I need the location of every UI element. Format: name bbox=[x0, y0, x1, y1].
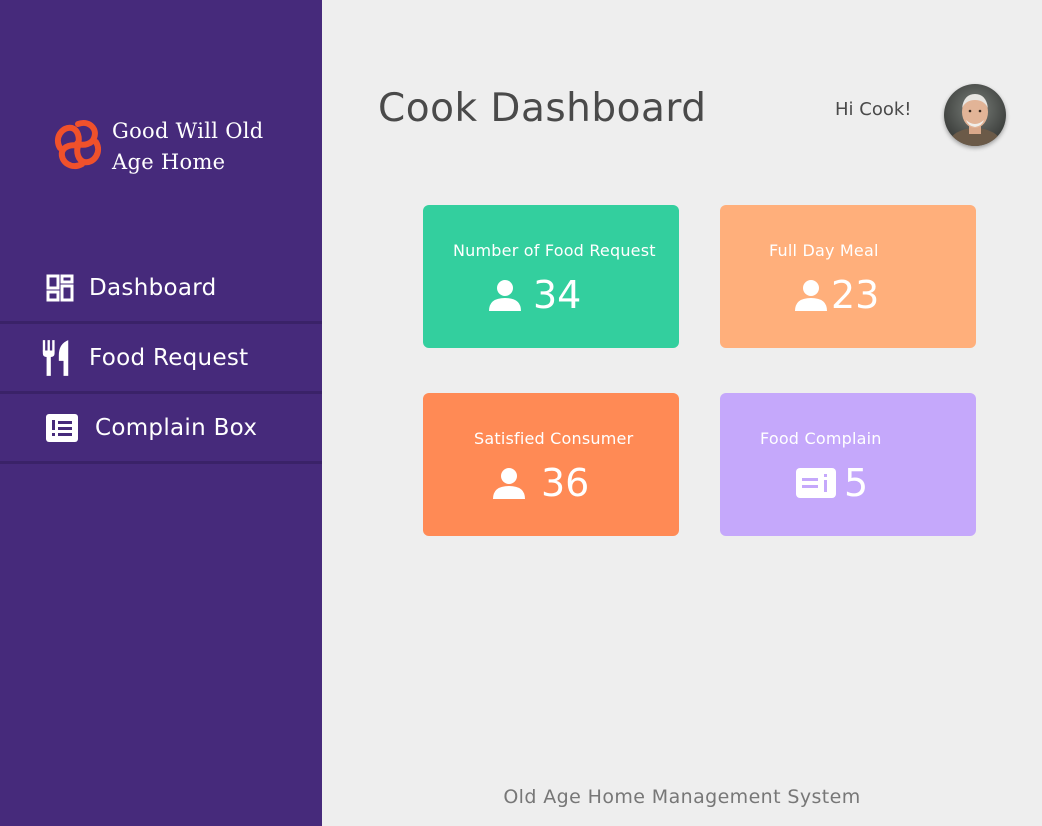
card-food-requests[interactable]: Number of Food Request 34 bbox=[423, 205, 679, 348]
sidebar-item-complain-box[interactable]: Complain Box bbox=[0, 394, 322, 464]
sidebar-item-label: Complain Box bbox=[95, 414, 258, 441]
sidebar: Good Will Old Age Home Dashboard Food Re… bbox=[0, 0, 322, 826]
card-value-row: 34 bbox=[489, 271, 581, 319]
id-card-icon bbox=[796, 468, 836, 498]
dashboard-grid-icon bbox=[44, 271, 76, 305]
card-value: 5 bbox=[844, 461, 869, 505]
brand-name: Good Will Old Age Home bbox=[112, 119, 264, 174]
footer-text: Old Age Home Management System bbox=[503, 786, 861, 808]
page: Good Will Old Age Home Dashboard Food Re… bbox=[0, 0, 1042, 826]
card-label: Food Complain bbox=[760, 429, 882, 448]
sidebar-nav: Dashboard Food Request Complain Box bbox=[0, 254, 322, 464]
person-icon bbox=[795, 280, 827, 311]
flower-knot-logo-icon bbox=[54, 120, 102, 170]
greeting-text: Hi Cook! bbox=[835, 99, 912, 120]
avatar-portrait-icon bbox=[944, 84, 1006, 146]
card-value: 34 bbox=[533, 273, 582, 317]
card-satisfied-consumer[interactable]: Satisfied Consumer 36 bbox=[423, 393, 679, 536]
list-box-icon bbox=[46, 411, 78, 445]
card-label: Full Day Meal bbox=[769, 241, 879, 260]
user-avatar[interactable] bbox=[944, 84, 1006, 146]
card-value: 36 bbox=[541, 461, 590, 505]
page-title: Cook Dashboard bbox=[378, 86, 707, 131]
person-icon bbox=[489, 280, 521, 311]
card-label: Satisfied Consumer bbox=[474, 429, 634, 448]
sidebar-item-dashboard[interactable]: Dashboard bbox=[0, 254, 322, 324]
card-value-row: 5 bbox=[796, 459, 868, 507]
card-label: Number of Food Request bbox=[453, 241, 656, 260]
card-full-day-meal[interactable]: Full Day Meal 23 bbox=[720, 205, 976, 348]
card-value-row: 23 bbox=[795, 271, 879, 319]
brand[interactable]: Good Will Old Age Home bbox=[52, 116, 282, 178]
card-value: 23 bbox=[831, 273, 880, 317]
fork-knife-icon bbox=[40, 339, 72, 376]
person-icon bbox=[493, 468, 525, 499]
sidebar-item-food-request[interactable]: Food Request bbox=[0, 324, 322, 394]
sidebar-item-label: Dashboard bbox=[89, 274, 217, 301]
sidebar-item-label: Food Request bbox=[89, 344, 249, 371]
card-food-complain[interactable]: Food Complain 5 bbox=[720, 393, 976, 536]
card-value-row: 36 bbox=[493, 459, 589, 507]
